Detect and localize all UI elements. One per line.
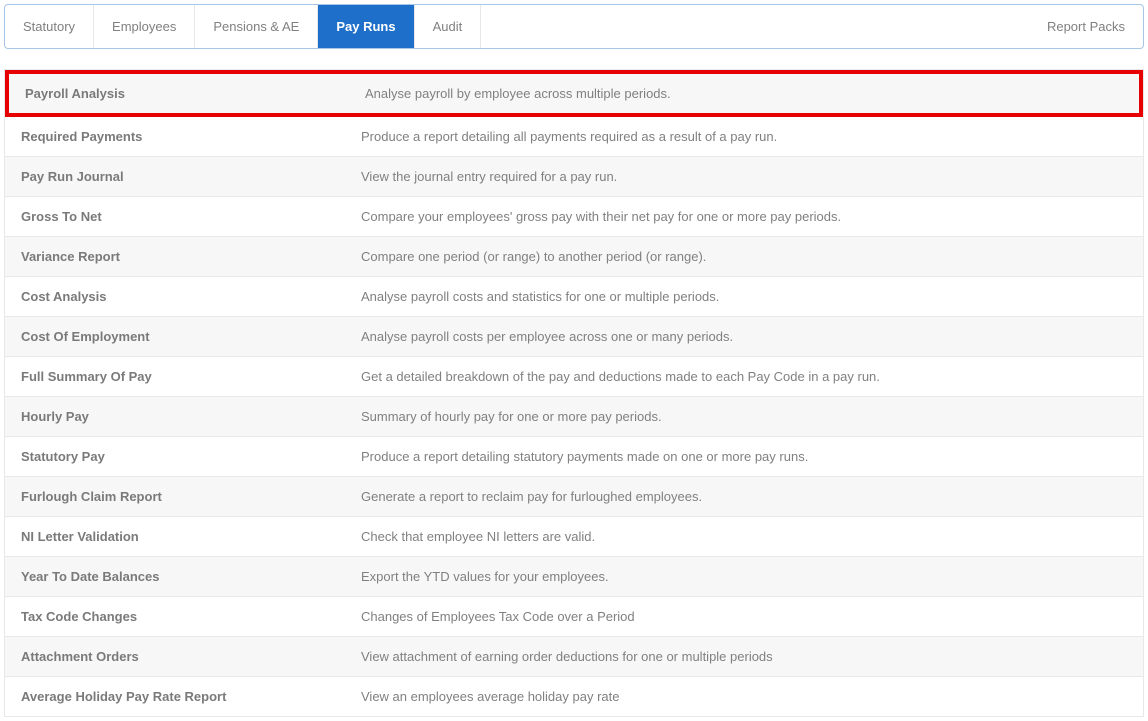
report-title: Year To Date Balances [21, 569, 361, 584]
report-row[interactable]: NI Letter ValidationCheck that employee … [5, 517, 1143, 557]
report-row[interactable]: Pay Run JournalView the journal entry re… [5, 157, 1143, 197]
report-row[interactable]: Hourly PaySummary of hourly pay for one … [5, 397, 1143, 437]
tab-bar: Statutory Employees Pensions & AE Pay Ru… [4, 4, 1144, 49]
report-description: Compare one period (or range) to another… [361, 249, 1127, 264]
tab-spacer [481, 5, 1029, 48]
report-row[interactable]: Furlough Claim ReportGenerate a report t… [5, 477, 1143, 517]
report-description: Summary of hourly pay for one or more pa… [361, 409, 1127, 424]
report-row[interactable]: Statutory PayProduce a report detailing … [5, 437, 1143, 477]
report-row[interactable]: Tax Code ChangesChanges of Employees Tax… [5, 597, 1143, 637]
report-description: Get a detailed breakdown of the pay and … [361, 369, 1127, 384]
report-description: Produce a report detailing all payments … [361, 129, 1127, 144]
report-row[interactable]: Attachment OrdersView attachment of earn… [5, 637, 1143, 677]
report-description: View the journal entry required for a pa… [361, 169, 1127, 184]
report-title: Full Summary Of Pay [21, 369, 361, 384]
tab-statutory[interactable]: Statutory [5, 5, 94, 48]
report-title: Average Holiday Pay Rate Report [21, 689, 361, 704]
report-title: Hourly Pay [21, 409, 361, 424]
report-title: Gross To Net [21, 209, 361, 224]
report-row[interactable]: Variance ReportCompare one period (or ra… [5, 237, 1143, 277]
report-title: Required Payments [21, 129, 361, 144]
tab-pensions-ae[interactable]: Pensions & AE [195, 5, 318, 48]
report-row[interactable]: Full Summary Of PayGet a detailed breakd… [5, 357, 1143, 397]
report-title: Payroll Analysis [25, 86, 365, 101]
tab-audit[interactable]: Audit [415, 5, 482, 48]
report-title: Attachment Orders [21, 649, 361, 664]
report-packs-link[interactable]: Report Packs [1029, 5, 1143, 48]
report-description: Check that employee NI letters are valid… [361, 529, 1127, 544]
report-description: Export the YTD values for your employees… [361, 569, 1127, 584]
report-description: Analyse payroll costs and statistics for… [361, 289, 1127, 304]
report-description: Produce a report detailing statutory pay… [361, 449, 1127, 464]
report-row[interactable]: Payroll AnalysisAnalyse payroll by emplo… [5, 70, 1143, 117]
report-row[interactable]: Average Holiday Pay Rate ReportView an e… [5, 677, 1143, 716]
report-description: View attachment of earning order deducti… [361, 649, 1127, 664]
report-title: NI Letter Validation [21, 529, 361, 544]
report-title: Cost Of Employment [21, 329, 361, 344]
report-description: Generate a report to reclaim pay for fur… [361, 489, 1127, 504]
report-row[interactable]: Required PaymentsProduce a report detail… [5, 117, 1143, 157]
tab-pay-runs[interactable]: Pay Runs [318, 5, 414, 48]
report-description: Compare your employees' gross pay with t… [361, 209, 1127, 224]
report-description: View an employees average holiday pay ra… [361, 689, 1127, 704]
report-row[interactable]: Cost AnalysisAnalyse payroll costs and s… [5, 277, 1143, 317]
report-title: Pay Run Journal [21, 169, 361, 184]
report-row[interactable]: Gross To NetCompare your employees' gros… [5, 197, 1143, 237]
report-description: Changes of Employees Tax Code over a Per… [361, 609, 1127, 624]
report-title: Statutory Pay [21, 449, 361, 464]
report-title: Cost Analysis [21, 289, 361, 304]
report-list: Payroll AnalysisAnalyse payroll by emplo… [4, 69, 1144, 717]
report-row[interactable]: Cost Of EmploymentAnalyse payroll costs … [5, 317, 1143, 357]
report-title: Furlough Claim Report [21, 489, 361, 504]
tab-employees[interactable]: Employees [94, 5, 195, 48]
report-title: Variance Report [21, 249, 361, 264]
report-title: Tax Code Changes [21, 609, 361, 624]
report-description: Analyse payroll by employee across multi… [365, 86, 1123, 101]
report-description: Analyse payroll costs per employee acros… [361, 329, 1127, 344]
report-row[interactable]: Year To Date BalancesExport the YTD valu… [5, 557, 1143, 597]
